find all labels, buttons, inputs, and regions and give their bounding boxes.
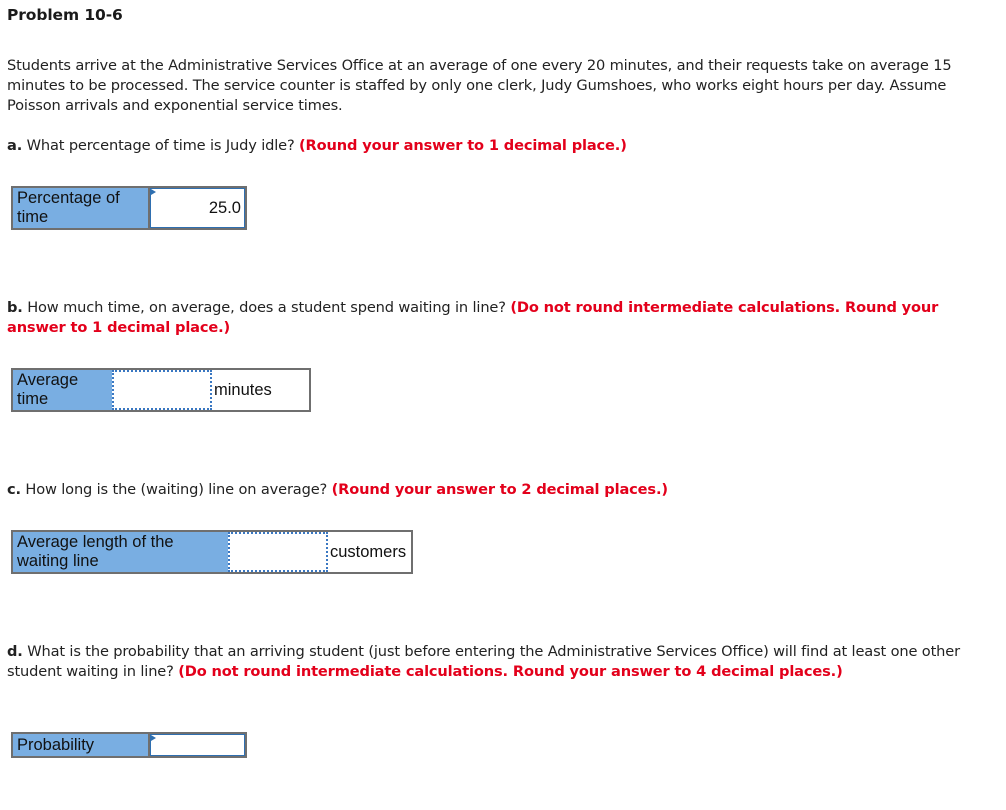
question-b-text: How much time, on average, does a studen… (22, 299, 511, 316)
average-line-length-input[interactable] (228, 532, 328, 572)
question-b: b. How much time, on average, does a stu… (7, 298, 967, 338)
question-c-label: c. (7, 481, 21, 498)
input-marker-icon (151, 735, 157, 741)
problem-intro: Students arrive at the Administrative Se… (7, 57, 952, 114)
answer-label-c: Average length of the waiting line (12, 531, 228, 573)
question-a-text: What percentage of time is Judy idle? (22, 137, 300, 154)
question-d: d. What is the probability that an arriv… (7, 642, 967, 682)
probability-input[interactable] (150, 734, 245, 756)
answer-table-a: Percentage of time (11, 186, 247, 230)
answer-label-b: Average time (12, 369, 112, 411)
question-d-label: d. (7, 643, 23, 660)
percentage-idle-input[interactable] (150, 188, 245, 228)
question-a-instruction: (Round your answer to 1 decimal place.) (299, 137, 627, 154)
unit-minutes: minutes (212, 369, 310, 411)
answer-cell-c (228, 531, 328, 573)
question-c: c. How long is the (waiting) line on ave… (7, 480, 967, 500)
question-a: a. What percentage of time is Judy idle?… (7, 136, 967, 156)
unit-customers: customers (328, 531, 412, 573)
question-c-instruction: (Round your answer to 2 decimal places.) (331, 481, 668, 498)
answer-label-d: Probability (12, 733, 151, 757)
question-b-label: b. (7, 299, 23, 316)
problem-title: Problem 10-6 (7, 6, 123, 24)
answer-label-a: Percentage of time (12, 187, 151, 229)
answer-table-b: Average time minutes (11, 368, 311, 412)
question-d-instruction: (Do not round intermediate calculations.… (178, 663, 843, 680)
input-marker-icon (151, 189, 157, 195)
average-wait-time-input[interactable] (112, 370, 212, 410)
answer-table-d: Probability (11, 732, 247, 758)
answer-cell-d (149, 733, 246, 757)
question-a-label: a. (7, 137, 23, 154)
answer-cell-a (149, 187, 246, 229)
answer-cell-b (112, 369, 212, 411)
answer-table-c: Average length of the waiting line custo… (11, 530, 413, 574)
question-c-text: How long is the (waiting) line on averag… (20, 481, 332, 498)
